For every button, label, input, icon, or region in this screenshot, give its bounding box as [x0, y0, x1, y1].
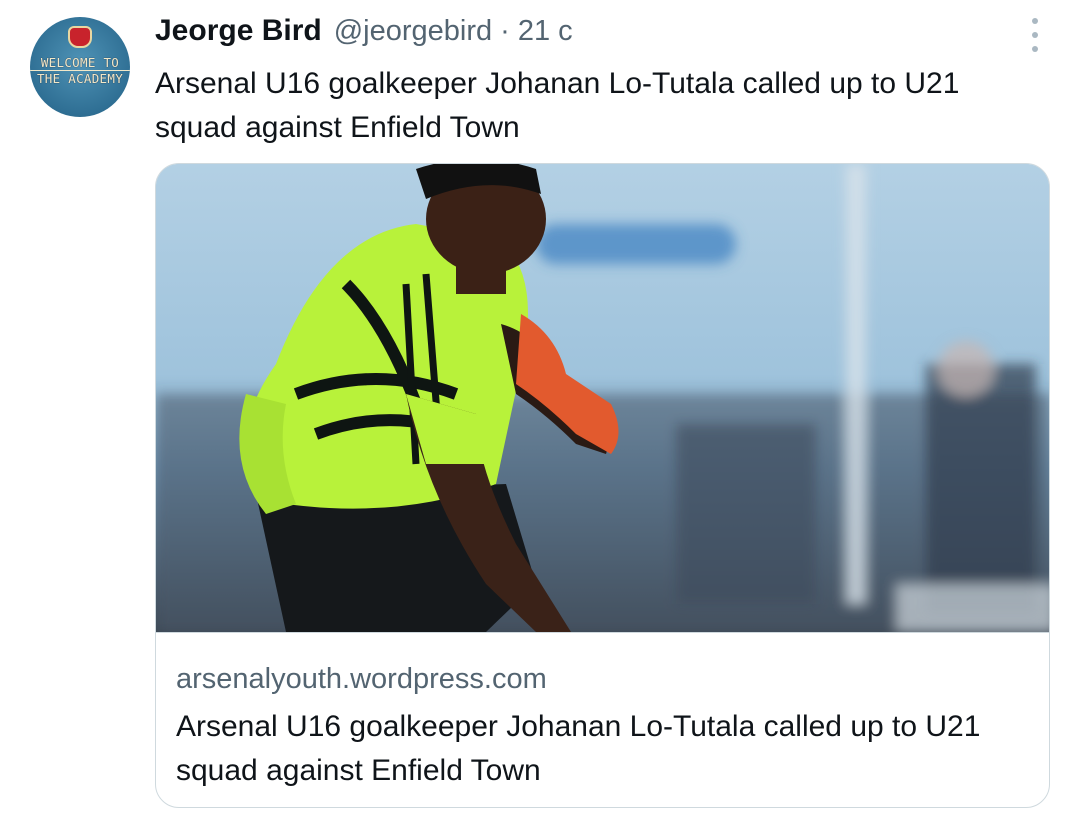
display-name[interactable]: Jeorge Bird	[155, 14, 322, 48]
tweet-header: Jeorge Bird @jeorgebird · 21 с	[155, 14, 573, 54]
card-image[interactable]	[156, 164, 1049, 632]
goalkeeper-photo	[156, 164, 1049, 632]
link-card[interactable]: arsenalyouth.wordpress.com Arsenal U16 g…	[155, 163, 1050, 808]
avatar-sign: WELCOME TO THE ACADEMY	[30, 55, 130, 86]
card-title: Arsenal U16 goalkeeper Johanan Lo-Tutala…	[176, 710, 981, 787]
timestamp[interactable]: 21 с	[518, 15, 573, 48]
avatar-sign-line1: WELCOME TO	[30, 55, 130, 71]
user-handle[interactable]: @jeorgebird	[334, 15, 492, 48]
card-meta[interactable]: arsenalyouth.wordpress.com Arsenal U16 g…	[156, 632, 1049, 807]
tweet[interactable]: WELCOME TO THE ACADEMY Jeorge Bird @jeor…	[0, 0, 1080, 831]
card-domain: arsenalyouth.wordpress.com	[176, 663, 547, 695]
avatar-sign-line2: THE ACADEMY	[36, 71, 124, 86]
arsenal-crest-icon	[68, 26, 92, 48]
avatar[interactable]: WELCOME TO THE ACADEMY	[30, 17, 130, 117]
separator-dot: ·	[500, 15, 510, 47]
tweet-text: Arsenal U16 goalkeeper Johanan Lo-Tutala…	[155, 67, 960, 144]
more-vertical-icon[interactable]	[1030, 18, 1040, 52]
